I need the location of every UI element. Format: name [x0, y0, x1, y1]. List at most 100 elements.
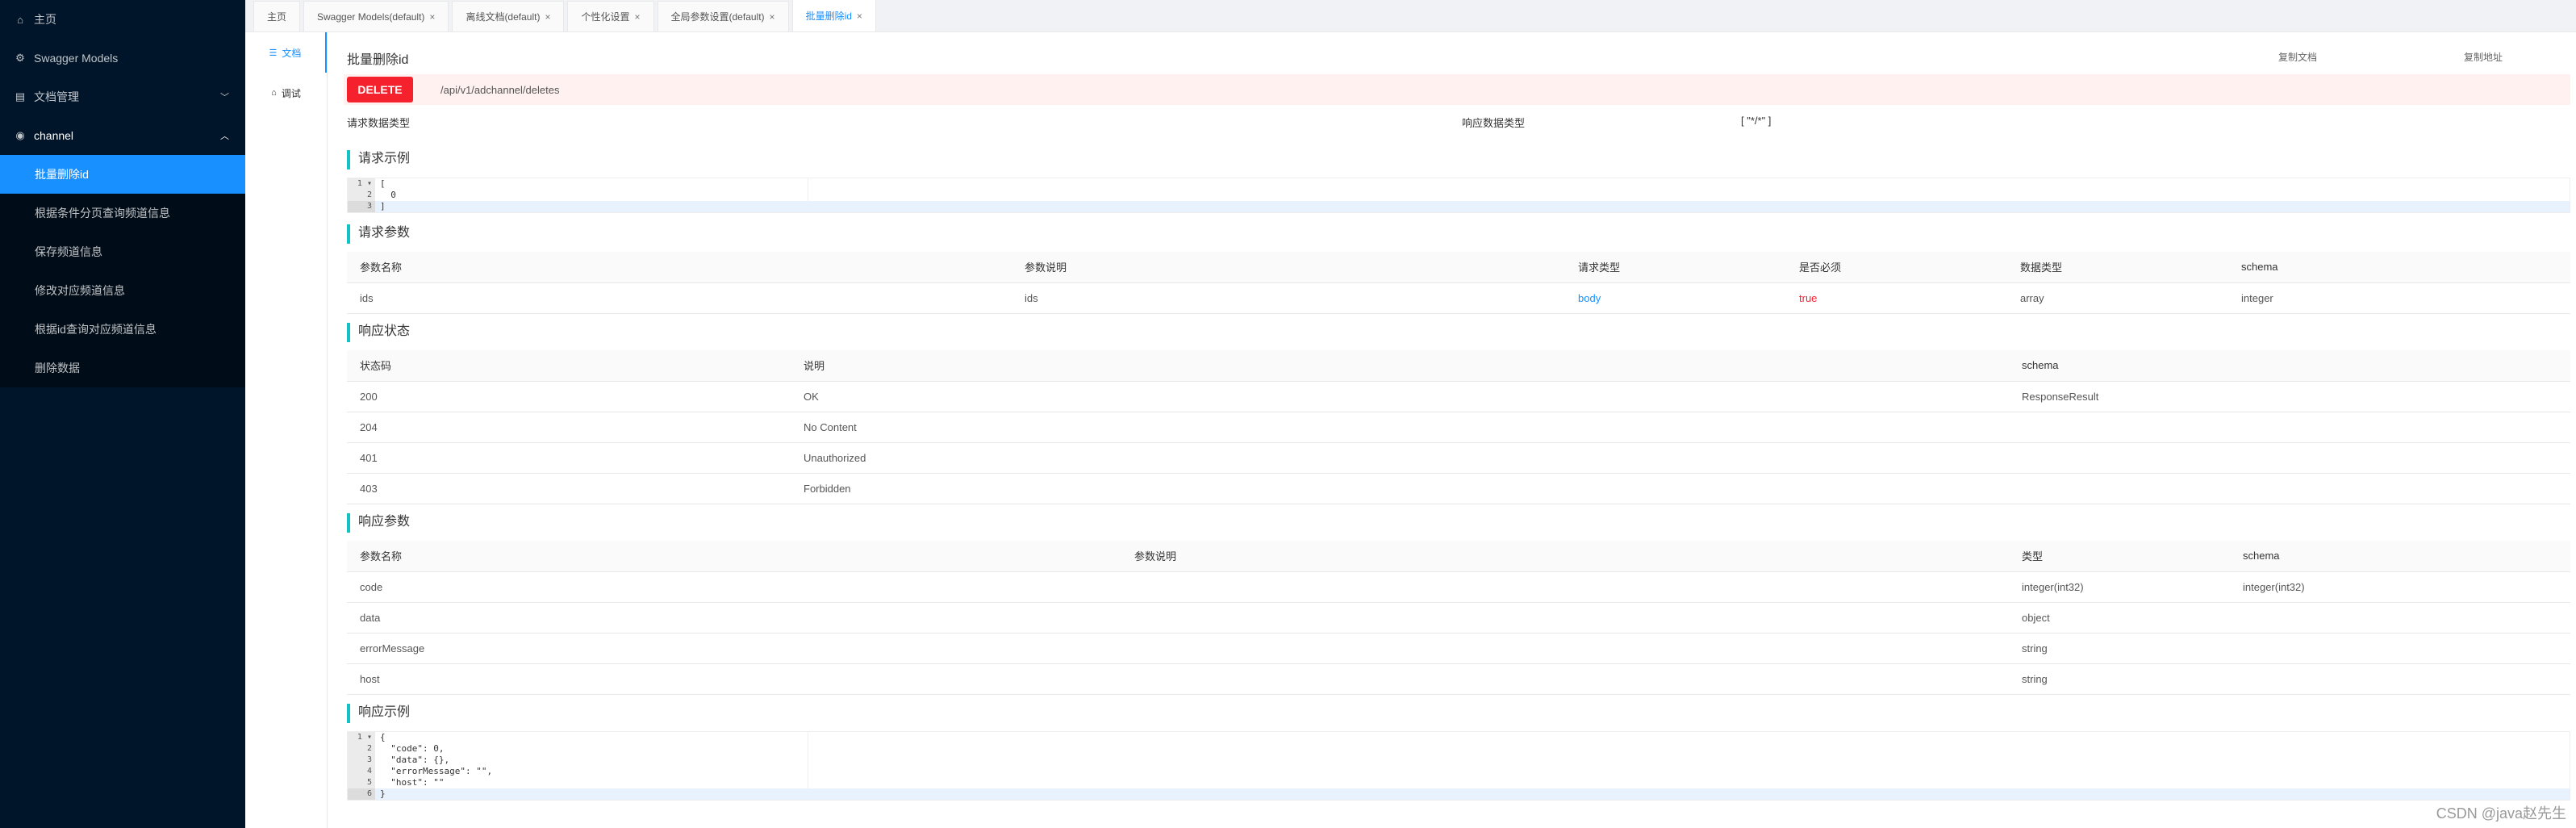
doc-debug-tabs: ☰ 文档 ⌂ 调试	[245, 32, 328, 828]
table-cell: code	[347, 571, 1121, 603]
tab-home[interactable]: 主页	[253, 1, 301, 31]
sidebar-item-label: 修改对应频道信息	[35, 284, 125, 297]
tab-label: 主页	[267, 11, 287, 23]
request-params-table: 参数名称 参数说明 请求类型 是否必须 数据类型 schema ids ids …	[347, 252, 2570, 314]
table-row: 403 Forbidden	[347, 473, 2570, 504]
table-row: errorMessage string	[347, 633, 2570, 664]
close-icon[interactable]: ×	[770, 11, 775, 23]
table-cell: ids	[1012, 282, 1565, 314]
request-type-label: 请求数据类型	[347, 117, 411, 129]
table-cell: 200	[347, 381, 791, 412]
sidebar-item-label: 文档管理	[34, 90, 79, 103]
table-cell: object	[2009, 602, 2230, 634]
sidebar-item-swagger-models[interactable]: ⚙ Swagger Models	[0, 39, 245, 77]
table-cell: data	[347, 602, 1121, 634]
tab-personal-settings[interactable]: 个性化设置 ×	[567, 1, 654, 31]
column-header: 参数说明	[1012, 252, 1565, 283]
tab-label: 文档	[282, 47, 302, 59]
sidebar-item-batch-delete[interactable]: 批量删除id	[0, 155, 245, 194]
section-title-response-status: 响应状态	[347, 323, 410, 342]
table-cell	[2009, 412, 2570, 443]
sidebar-item-doc-manage[interactable]: ▤ 文档管理 ﹀	[0, 77, 245, 116]
close-icon[interactable]: ×	[857, 10, 862, 22]
table-cell: true	[1786, 282, 2007, 314]
tab-swagger-models[interactable]: Swagger Models(default) ×	[303, 1, 449, 31]
section-title-request-example: 请求示例	[347, 150, 410, 169]
close-icon[interactable]: ×	[545, 11, 550, 23]
code-line: 5 "host": ""	[348, 777, 2570, 788]
sidebar-item-label: 保存频道信息	[35, 245, 102, 258]
code-line: 4 "errorMessage": "",	[348, 766, 2570, 777]
table-cell	[2230, 633, 2570, 664]
table-row: 200 OK ResponseResult	[347, 381, 2570, 412]
table-cell: string	[2009, 633, 2230, 664]
sidebar-item-label: 根据条件分页查询频道信息	[35, 207, 170, 220]
table-header-row: 参数名称 参数说明 请求类型 是否必须 数据类型 schema	[347, 252, 2570, 283]
column-header: 状态码	[347, 350, 791, 382]
response-example-code[interactable]: 1 ▾{ 2 "code": 0, 3 "data": {}, 4 "error…	[347, 731, 2570, 801]
table-cell: integer	[2228, 282, 2570, 314]
copy-doc-link[interactable]: 复制文档	[2278, 50, 2317, 64]
copy-url-link[interactable]: 复制地址	[2464, 50, 2503, 64]
close-icon[interactable]: ×	[429, 11, 435, 23]
table-row: 204 No Content	[347, 412, 2570, 443]
tab-doc[interactable]: ☰ 文档	[245, 32, 327, 73]
doc-icon: ☰	[269, 48, 278, 58]
table-row: code integer(int32) integer(int32)	[347, 571, 2570, 603]
code-line: 2 0	[348, 190, 2570, 201]
column-header: 数据类型	[2007, 252, 2228, 283]
tab-label: 全局参数设置(default)	[670, 11, 765, 23]
column-header: schema	[2230, 541, 2570, 572]
tab-batch-delete[interactable]: 批量删除id ×	[791, 0, 876, 31]
tab-debug[interactable]: ⌂ 调试	[245, 73, 327, 113]
sidebar-item-save[interactable]: 保存频道信息	[0, 232, 245, 271]
http-method-badge: DELETE	[347, 77, 413, 102]
table-cell	[2230, 602, 2570, 634]
request-example-code[interactable]: 1 ▾[ 2 0 3]	[347, 178, 2570, 213]
sidebar-item-label: 删除数据	[35, 362, 80, 374]
sidebar-item-label: 主页	[34, 13, 56, 26]
code-line: 2 "code": 0,	[348, 743, 2570, 755]
response-type-label: 响应数据类型	[1462, 117, 1526, 129]
settings-icon: ⚙	[15, 52, 25, 64]
table-cell	[2009, 442, 2570, 474]
eye-icon: ◉	[15, 129, 25, 141]
close-icon[interactable]: ×	[635, 11, 641, 23]
code-line: 1 ▾{	[348, 732, 2570, 743]
home-icon: ⌂	[17, 13, 23, 26]
sidebar-item-delete[interactable]: 删除数据	[0, 349, 245, 387]
table-cell	[2230, 663, 2570, 695]
table-cell: host	[347, 663, 1121, 695]
sidebar-item-label: 批量删除id	[35, 168, 89, 181]
column-header: 参数说明	[1121, 541, 2009, 572]
tab-offline-doc[interactable]: 离线文档(default) ×	[452, 1, 565, 31]
code-line: 3]	[348, 201, 2570, 212]
page-title: 批量删除id	[347, 53, 409, 67]
column-header: 参数名称	[347, 252, 1012, 283]
table-cell	[2009, 473, 2570, 504]
table-cell: ResponseResult	[2009, 381, 2570, 412]
table-cell: body	[1565, 282, 1786, 314]
sidebar-submenu-channel: 批量删除id 根据条件分页查询频道信息 保存频道信息 修改对应频道信息 根据id…	[0, 155, 245, 387]
table-row: host string	[347, 663, 2570, 695]
sidebar-item-get-by-id[interactable]: 根据id查询对应频道信息	[0, 310, 245, 349]
sidebar-item-page-query[interactable]: 根据条件分页查询频道信息	[0, 194, 245, 232]
tab-label: 批量删除id	[805, 10, 852, 22]
tab-global-params[interactable]: 全局参数设置(default) ×	[657, 1, 789, 31]
sidebar-item-home[interactable]: ⌂ 主页	[0, 0, 245, 39]
sidebar-item-update[interactable]: 修改对应频道信息	[0, 271, 245, 310]
table-cell: No Content	[791, 412, 2009, 443]
table-cell: 401	[347, 442, 791, 474]
table-cell: OK	[791, 381, 2009, 412]
sidebar: ⌂ 主页 ⚙ Swagger Models ▤ 文档管理 ﹀ ◉ channel…	[0, 0, 245, 828]
tab-label: 个性化设置	[581, 11, 630, 23]
table-cell	[1121, 602, 2009, 634]
column-header: schema	[2009, 350, 2570, 382]
response-params-table: 参数名称 参数说明 类型 schema code integer(int32) in…	[347, 541, 2570, 695]
method-bar: DELETE /api/v1/adchannel/deletes	[344, 74, 2570, 105]
sidebar-item-channel[interactable]: ◉ channel ︿	[0, 116, 245, 155]
table-cell: 204	[347, 412, 791, 443]
code-line: 3 "data": {},	[348, 755, 2570, 766]
section-title-response-params: 响应参数	[347, 513, 410, 533]
table-cell: 403	[347, 473, 791, 504]
